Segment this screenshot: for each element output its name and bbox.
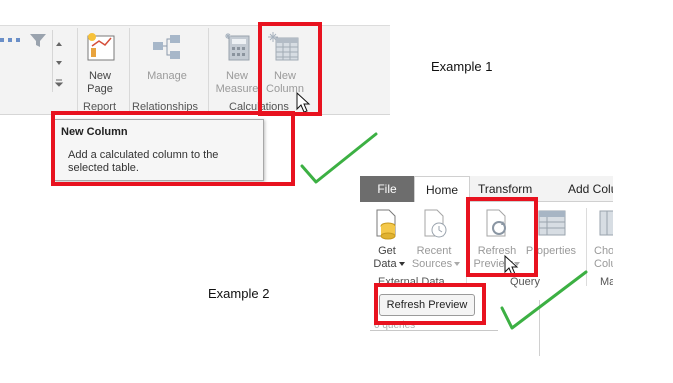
highlight-frame-tooltip [51, 111, 295, 186]
gallery-scrollbar[interactable] [52, 30, 64, 92]
new-measure-button[interactable]: New Measure [214, 30, 260, 96]
example1-ribbon: New Page Report Manage Relationships New… [0, 0, 390, 120]
gallery-scroll-arrows-icon [54, 42, 64, 87]
highlight-frame-refresh-tooltip [374, 283, 486, 325]
ribbon-separator [208, 28, 209, 114]
get-data-label-1: Get [378, 245, 396, 257]
tab-home[interactable]: Home [414, 176, 470, 203]
new-measure-label-1: New [225, 70, 248, 82]
highlight-frame-new-column [258, 22, 322, 116]
manage-label: Manage [147, 70, 187, 82]
ribbon-separator [77, 28, 78, 114]
choose-columns-icon [599, 210, 613, 236]
tab-add-column[interactable]: Add Colu [568, 176, 613, 202]
new-page-label-2: Page [87, 83, 113, 95]
get-data-label-2: Data [373, 258, 397, 270]
get-data-icon [376, 209, 396, 240]
highlight-frame-refresh-preview [466, 197, 538, 277]
visual-gallery-icon[interactable] [0, 30, 48, 48]
recent-sources-icon [424, 209, 447, 238]
ribbon-separator [129, 28, 130, 114]
new-page-button[interactable]: New Page [80, 30, 120, 96]
new-measure-label-2: Measure [215, 83, 259, 95]
recent-sources-label-2: Sources [411, 258, 453, 270]
relationships-icon [153, 35, 180, 59]
recent-sources-label-1: Recent [416, 245, 452, 257]
example1-label: Example 1 [431, 59, 493, 74]
new-page-icon [87, 33, 115, 61]
dropdown-arrow-icon [399, 262, 405, 266]
properties-icon [538, 210, 566, 236]
choose-columns-label-2: Colu [594, 258, 613, 270]
green-check-icon [500, 270, 588, 330]
recent-sources-button[interactable]: Recent Sources [410, 208, 460, 272]
manage-relationships-button[interactable]: Manage [140, 30, 194, 96]
get-data-button[interactable]: Get Data [368, 208, 406, 272]
tab-file[interactable]: File [360, 176, 414, 202]
calculator-icon [225, 33, 250, 61]
ribbon-top-strip [0, 0, 390, 25]
example2-label: Example 2 [208, 286, 270, 301]
dropdown-arrow-icon [454, 262, 460, 266]
new-page-label-1: New [88, 70, 111, 82]
choose-columns-button[interactable]: Cho Colu [590, 208, 613, 272]
choose-columns-label-1: Cho [594, 245, 613, 257]
group-label-manage: Ma [600, 276, 613, 288]
faded-underline [370, 330, 498, 331]
